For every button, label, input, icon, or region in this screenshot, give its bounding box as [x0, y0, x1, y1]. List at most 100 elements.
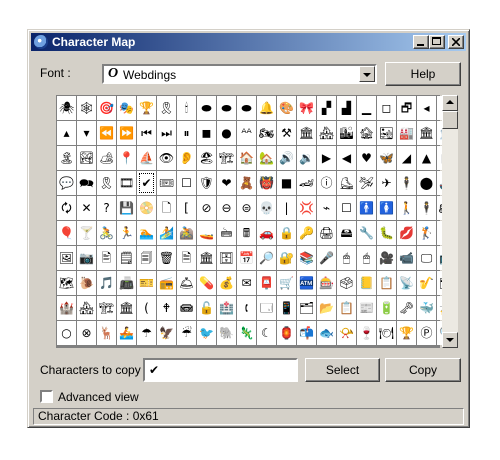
character-cell[interactable]: 📷 — [77, 246, 96, 270]
character-cell[interactable]: 🕴 — [417, 196, 436, 220]
character-cell[interactable]: ■ — [277, 171, 296, 195]
character-cell[interactable]: 🧸 — [237, 171, 256, 195]
character-cell[interactable]: 🏠 — [237, 146, 256, 170]
character-cell[interactable]: 🗐 — [137, 246, 156, 270]
character-cell[interactable]: 🗳 — [337, 271, 356, 295]
character-cell[interactable]: 🔉 — [297, 146, 316, 170]
character-cell[interactable]: 📒 — [357, 271, 376, 295]
maximize-icon[interactable] — [429, 35, 445, 49]
character-cell[interactable]: 🖼 — [57, 246, 76, 270]
character-cell[interactable]: 🎞 — [117, 171, 136, 195]
character-cell[interactable]: ⛵ — [137, 146, 156, 170]
character-cell[interactable]: 🏡 — [257, 146, 276, 170]
character-cell[interactable]: ▴ — [57, 121, 76, 145]
character-cell[interactable]: 🏜 — [377, 121, 396, 145]
character-cell[interactable]: 🏧 — [297, 271, 316, 295]
character-cell[interactable]: 🕷 — [57, 96, 76, 120]
character-cell[interactable]: 📡 — [397, 271, 416, 295]
character-cell[interactable]: 🎰 — [317, 271, 336, 295]
select-button[interactable]: Select — [305, 358, 380, 382]
character-cell[interactable]: 🕴 — [397, 171, 416, 195]
character-cell[interactable]: 🏎 — [297, 171, 316, 195]
chevron-down-icon[interactable] — [359, 66, 375, 82]
character-cell[interactable]: ❤ — [217, 171, 236, 195]
scroll-up-icon[interactable] — [442, 95, 458, 111]
character-cell[interactable]: 🗝 — [397, 296, 416, 320]
character-cell[interactable]: 📅 — [237, 246, 256, 270]
character-cell[interactable]: 🎀 — [297, 96, 316, 120]
character-cell[interactable]: ▾ — [77, 121, 96, 145]
scroll-down-icon[interactable] — [442, 332, 458, 348]
character-cell[interactable]: 🏮 — [277, 321, 296, 345]
character-cell[interactable]: ◢ — [397, 146, 416, 170]
character-cell[interactable]: 🖱 — [357, 246, 376, 270]
scroll-thumb[interactable] — [442, 111, 458, 129]
character-cell[interactable]: 🚶 — [397, 196, 416, 220]
character-cell[interactable]: 🦅 — [157, 321, 176, 345]
character-cell[interactable]: 🎗 — [157, 96, 176, 120]
character-cell[interactable]: 🕈 — [157, 296, 176, 320]
character-cell[interactable]: ◻ — [377, 96, 396, 120]
character-cell[interactable]: ⬤ — [417, 171, 436, 195]
character-cell[interactable]: 🏛 — [297, 121, 316, 145]
character-cell[interactable]: ⊘ — [197, 196, 216, 220]
character-cell[interactable]: 🎷 — [417, 271, 436, 295]
character-cell[interactable]: ✔ — [137, 171, 156, 195]
character-cell[interactable]: ⏩ — [117, 121, 136, 145]
character-cell[interactable]: 🔑 — [297, 221, 316, 245]
character-cell[interactable]: ⏮ — [137, 121, 156, 145]
character-cell[interactable]: ⏪ — [97, 121, 116, 145]
character-cell[interactable]: 🗒 — [117, 246, 136, 270]
character-cell[interactable]: 🏃 — [117, 221, 136, 245]
character-cell[interactable]: 🚴 — [97, 221, 116, 245]
character-cell[interactable]: 🐦 — [197, 321, 216, 345]
character-cell[interactable]: ☾ — [257, 321, 276, 345]
character-cell[interactable]: 🏛 — [117, 296, 136, 320]
character-cell[interactable]: 🏍 — [257, 121, 276, 145]
character-cell[interactable]: 💰 — [217, 271, 236, 295]
character-cell[interactable]: ○ — [57, 321, 76, 345]
character-cell[interactable]: ᴬᴬ — [237, 121, 256, 145]
character-cell[interactable]: 🚤 — [197, 221, 216, 245]
character-cell[interactable]: 🖵 — [417, 246, 436, 270]
character-cell[interactable]: 🏝 — [57, 146, 76, 170]
character-cell[interactable]: 🚵 — [177, 221, 196, 245]
character-cell[interactable]: 📹 — [397, 246, 416, 270]
character-cell[interactable]: ▲ — [417, 146, 436, 170]
character-cell[interactable]: 🏕 — [97, 146, 116, 170]
character-cell[interactable]: 🏛 — [417, 121, 436, 145]
character-cell[interactable]: 🖮 — [217, 221, 236, 245]
character-cell[interactable]: ⌁ — [317, 196, 336, 220]
character-cell[interactable]: 🎟 — [157, 171, 176, 195]
character-cell[interactable]: ⊗ — [77, 321, 96, 345]
character-cell[interactable]: 📍 — [117, 146, 136, 170]
character-cell[interactable]: 🦋 — [377, 146, 396, 170]
character-cell[interactable]: 🗗 — [397, 96, 416, 120]
character-cell[interactable]: 📾 — [177, 296, 196, 320]
character-cell[interactable]: 💾 — [117, 196, 136, 220]
character-cell[interactable]: 🗔 — [257, 296, 276, 320]
character-cell[interactable]: 🖹 — [97, 246, 116, 270]
character-cell[interactable]: 👂 — [177, 146, 196, 170]
character-cell[interactable]: 📱 — [277, 296, 296, 320]
character-cell[interactable]: 🎥 — [377, 246, 396, 270]
help-button[interactable]: Help — [385, 62, 461, 86]
character-cell[interactable]: 📚 — [297, 246, 316, 270]
character-cell[interactable]: 🐘 — [217, 321, 236, 345]
character-cell[interactable]: 🕻 — [237, 296, 256, 320]
character-cell[interactable]: 🎫 — [137, 271, 156, 295]
character-cell[interactable]: ♥ — [357, 146, 376, 170]
character-cell[interactable]: 💀 — [257, 196, 276, 220]
character-cell[interactable]: 🗪 — [77, 171, 96, 195]
character-cell[interactable]: [ — [177, 196, 196, 220]
character-cell[interactable]: 🗎 — [177, 246, 196, 270]
character-cell[interactable]: ● — [217, 121, 236, 145]
character-cell[interactable]: 🔎 — [257, 246, 276, 270]
character-cell[interactable]: 🏛 — [197, 246, 216, 270]
character-cell[interactable]: 🗂 — [297, 296, 316, 320]
character-cell[interactable]: 💊 — [197, 271, 216, 295]
copy-button[interactable]: Copy — [385, 358, 461, 382]
character-cell[interactable]: 🎤 — [317, 246, 336, 270]
character-cell[interactable]: 🗑 — [157, 246, 176, 270]
character-cell[interactable]: 📬 — [297, 321, 316, 345]
